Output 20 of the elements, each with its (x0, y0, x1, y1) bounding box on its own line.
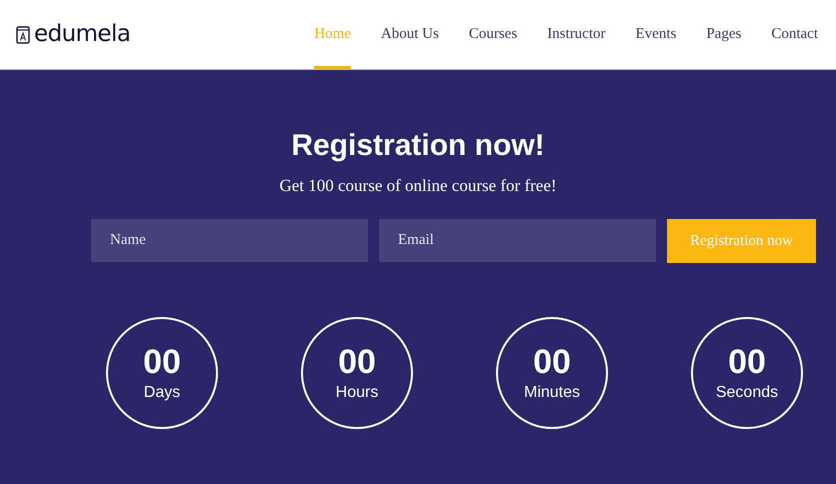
text-field[interactable]: Name (91, 219, 368, 262)
countdown-label: Minutes (524, 383, 580, 403)
nav-link[interactable]: Events (636, 0, 676, 69)
book-icon (16, 26, 30, 44)
countdown-label: Seconds (716, 383, 778, 403)
countdown-value: 00 (728, 343, 766, 381)
nav-link[interactable]: Courses (468, 0, 518, 69)
hero-subtitle: Get 100 course of online course for free! (279, 175, 557, 197)
nav-link[interactable]: Instructor (547, 0, 606, 69)
countdown-value: 00 (143, 343, 181, 381)
text-field[interactable]: Email (379, 219, 656, 262)
nav-link[interactable]: Pages (706, 0, 742, 69)
logo-text[interactable]: edumela (34, 23, 130, 46)
countdown-value: 00 (533, 343, 571, 381)
countdown-value: 00 (338, 343, 376, 381)
countdown-label: Days (144, 383, 180, 403)
countdown-label: Hours (336, 383, 378, 403)
nav-link[interactable]: Contact (771, 0, 818, 69)
nav-link[interactable]: About Us (380, 0, 439, 69)
hero-title: Registration now! (291, 128, 545, 164)
